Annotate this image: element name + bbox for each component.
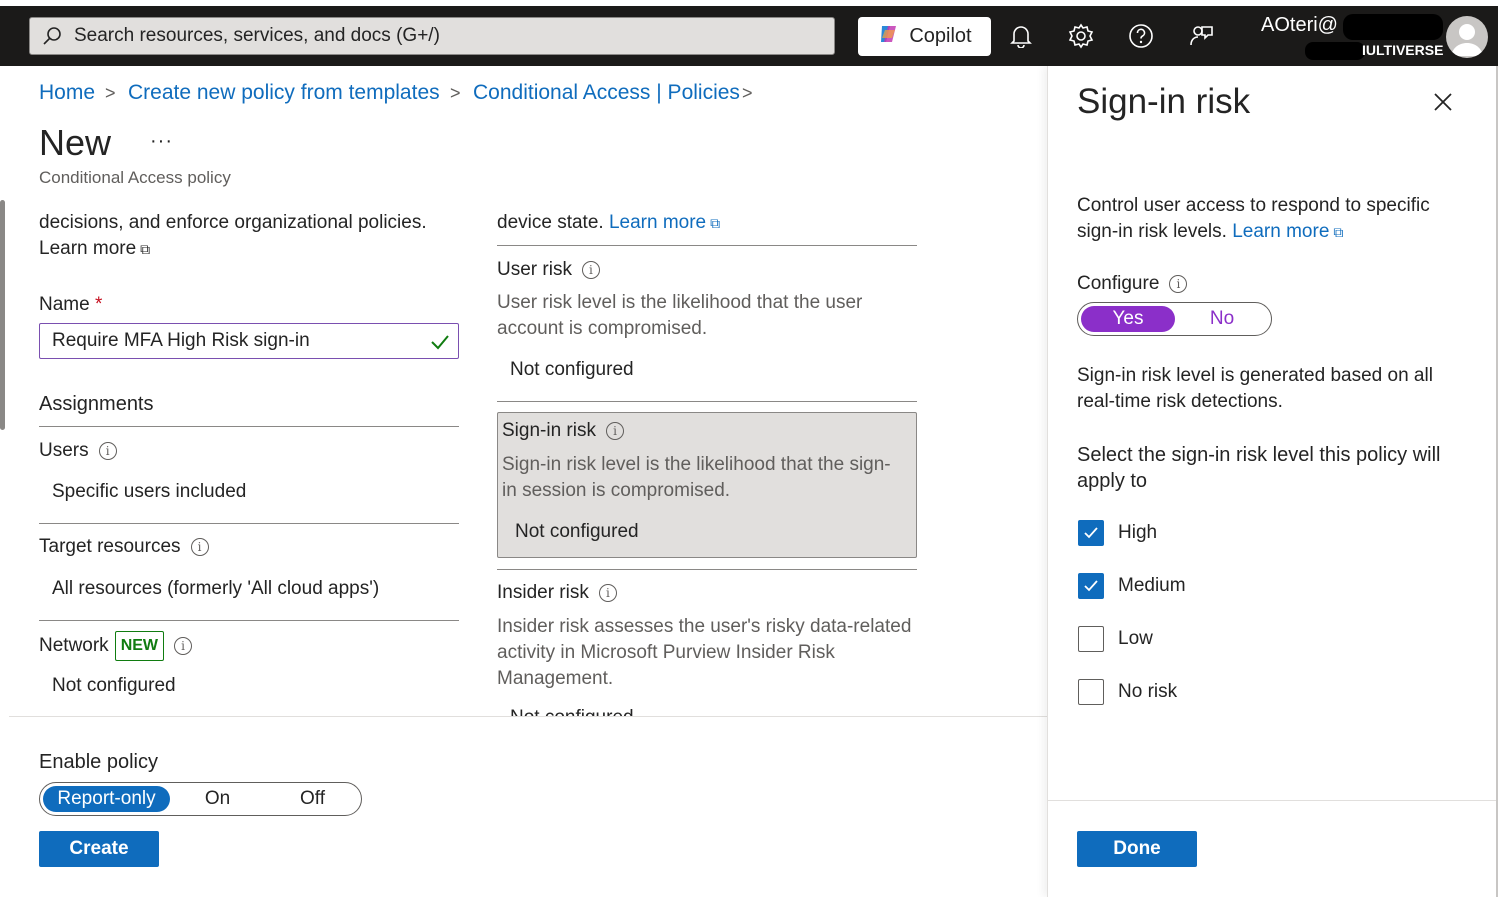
- network-label: Network NEW i: [39, 631, 193, 661]
- breadcrumb-templates[interactable]: Create new policy from templates: [128, 81, 440, 105]
- redaction-block: [1343, 14, 1443, 40]
- select-level-text: Select the sign-in risk level this polic…: [1077, 444, 1441, 492]
- chevron-right-icon: >: [742, 83, 753, 103]
- users-value-link[interactable]: Specific users included: [52, 479, 246, 505]
- checkbox-low[interactable]: Low: [1078, 626, 1153, 652]
- checkbox-high[interactable]: High: [1078, 520, 1157, 546]
- checkbox-unchecked-icon: [1078, 679, 1104, 705]
- external-link-icon: ⧉: [710, 215, 721, 231]
- generated-text: Sign-in risk level is generated based on…: [1077, 365, 1433, 412]
- divider: [1047, 800, 1498, 801]
- sign-in-risk-label: Sign-in risk i: [502, 418, 624, 444]
- insider-risk-description: Insider risk assesses the user's risky d…: [497, 616, 912, 689]
- sign-in-risk-value-link[interactable]: Not configured: [515, 519, 639, 545]
- notifications-icon[interactable]: [1006, 21, 1036, 51]
- copilot-button[interactable]: Copilot: [858, 17, 991, 56]
- breadcrumb-home[interactable]: Home: [39, 81, 95, 105]
- global-search-input[interactable]: Search resources, services, and docs (G+…: [29, 17, 835, 55]
- divider: [497, 401, 917, 402]
- account-name[interactable]: AOteri@: [1261, 14, 1338, 37]
- panel-title: Sign-in risk: [1077, 82, 1251, 121]
- avatar[interactable]: [1446, 16, 1488, 58]
- users-label: Users i: [39, 438, 117, 464]
- name-field[interactable]: Require MFA High Risk sign-in: [39, 323, 459, 359]
- info-icon: i: [190, 537, 209, 556]
- toggle-on[interactable]: On: [170, 783, 265, 815]
- divider: [497, 245, 917, 246]
- name-label: Name *: [39, 294, 103, 315]
- configure-label: Configure i: [1077, 271, 1188, 297]
- create-button[interactable]: Create: [39, 831, 159, 867]
- learn-more-link[interactable]: Learn more ⧉: [609, 212, 720, 233]
- insider-risk-label: Insider risk i: [497, 580, 617, 606]
- conditions-intro: device state. Learn more ⧉: [497, 212, 721, 233]
- divider: [39, 523, 459, 524]
- panel-description: Control user access to respond to specif…: [1077, 195, 1430, 242]
- enable-policy-toggle[interactable]: Report-only On Off: [39, 782, 362, 816]
- info-icon: i: [598, 583, 617, 602]
- page-title: New: [39, 122, 112, 163]
- page-subtitle: Conditional Access policy: [39, 168, 231, 187]
- insider-risk-value-clip: Not configured: [497, 700, 917, 716]
- info-icon: i: [98, 441, 117, 460]
- user-risk-value-link[interactable]: Not configured: [510, 357, 634, 383]
- target-resources-link[interactable]: All resources (formerly 'All cloud apps'…: [52, 576, 379, 602]
- intro-text: decisions, and enforce organizational po…: [39, 212, 427, 233]
- configure-yes[interactable]: Yes: [1081, 306, 1175, 332]
- toggle-report-only[interactable]: Report-only: [43, 786, 170, 812]
- info-icon: i: [605, 421, 624, 440]
- divider: [497, 569, 917, 570]
- insider-risk-value-link[interactable]: Not configured: [510, 705, 634, 716]
- divider: [9, 716, 1047, 717]
- copilot-label: Copilot: [909, 25, 972, 47]
- network-value-link[interactable]: Not configured: [52, 673, 176, 699]
- search-icon: [30, 26, 74, 46]
- scrollbar[interactable]: [0, 200, 5, 430]
- done-button[interactable]: Done: [1077, 831, 1197, 867]
- divider: [39, 620, 459, 621]
- user-risk-label: User risk i: [497, 257, 600, 283]
- configure-toggle[interactable]: Yes No: [1077, 302, 1272, 336]
- settings-gear-icon[interactable]: [1066, 21, 1096, 51]
- checkbox-checked-icon: [1078, 520, 1104, 546]
- external-link-icon: ⧉: [140, 241, 151, 257]
- close-icon[interactable]: [1430, 89, 1456, 115]
- checkbox-checked-icon: [1078, 573, 1104, 599]
- chevron-right-icon: >: [450, 83, 461, 103]
- sign-in-risk-description: Sign-in risk level is the likelihood tha…: [502, 454, 891, 501]
- divider: [39, 426, 459, 427]
- copilot-icon: [877, 22, 901, 52]
- new-badge: NEW: [114, 631, 165, 661]
- chevron-right-icon: >: [105, 83, 116, 103]
- feedback-icon[interactable]: [1186, 21, 1216, 51]
- breadcrumb-policies[interactable]: Conditional Access | Policies: [473, 81, 740, 105]
- info-icon: i: [1169, 274, 1188, 293]
- info-icon: i: [581, 260, 600, 279]
- toggle-off[interactable]: Off: [265, 783, 360, 815]
- target-resources-label: Target resources i: [39, 534, 209, 560]
- redaction-block: [1305, 42, 1365, 60]
- help-icon[interactable]: [1126, 21, 1156, 51]
- checkbox-medium[interactable]: Medium: [1078, 573, 1186, 599]
- learn-more-link[interactable]: Learn more ⧉: [39, 236, 150, 262]
- assignments-heading: Assignments: [39, 393, 154, 415]
- checkbox-no-risk[interactable]: No risk: [1078, 679, 1177, 705]
- user-risk-description: User risk level is the likelihood that t…: [497, 292, 863, 339]
- external-link-icon: ⧉: [1333, 224, 1344, 240]
- info-icon: i: [174, 637, 193, 655]
- account-org: IULTIVERSE: [1362, 42, 1444, 58]
- search-placeholder: Search resources, services, and docs (G+…: [74, 25, 440, 46]
- checkbox-unchecked-icon: [1078, 626, 1104, 652]
- learn-more-link[interactable]: Learn more ⧉: [1232, 221, 1343, 242]
- checkmark-icon: [430, 332, 450, 358]
- enable-policy-label: Enable policy: [39, 751, 158, 773]
- more-options-button[interactable]: ···: [150, 130, 173, 153]
- configure-no[interactable]: No: [1175, 303, 1269, 335]
